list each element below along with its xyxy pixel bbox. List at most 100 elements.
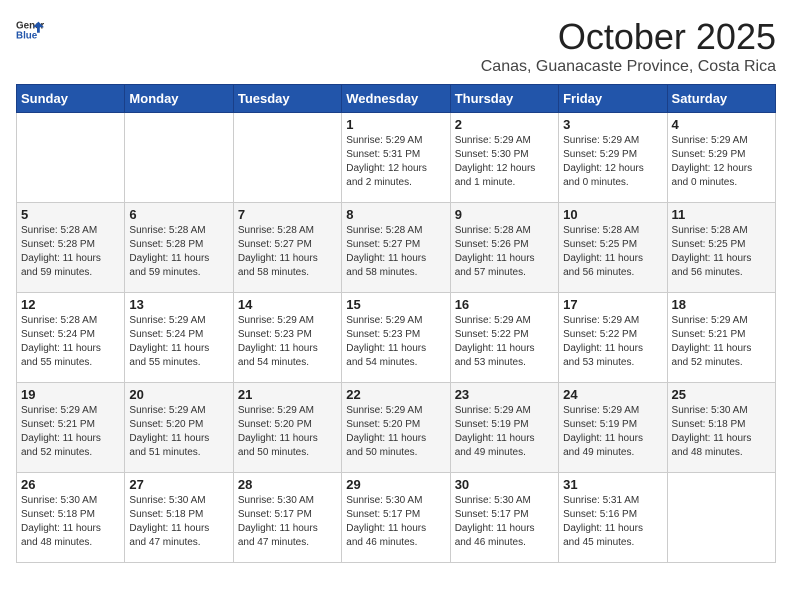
day-cell: 1Sunrise: 5:29 AM Sunset: 5:31 PM Daylig…	[342, 113, 450, 203]
day-cell: 4 Sunrise: 5:29 AM Sunset: 5:29 PM Daylig…	[667, 113, 775, 203]
day-cell: 21Sunrise: 5:29 AM Sunset: 5:20 PM Dayli…	[233, 383, 341, 473]
header-monday: Monday	[125, 85, 233, 113]
day-cell: 25 Sunrise: 5:30 AM Sunset: 5:18 PM Dayli…	[667, 383, 775, 473]
day-number: 22	[346, 387, 445, 402]
day-number: 29	[346, 477, 445, 492]
day-number: 30	[455, 477, 554, 492]
header-saturday: Saturday	[667, 85, 775, 113]
day-info: Sunrise: 5:29 AM Sunset: 5:21 PM Dayligh…	[21, 404, 120, 460]
day-cell: 3 Sunrise: 5:29 AM Sunset: 5:29 PM Daylig…	[559, 113, 667, 203]
day-cell: 7 Sunrise: 5:28 AM Sunset: 5:27 PM Daylig…	[233, 203, 341, 293]
week-row-4: 19 Sunrise: 5:29 AM Sunset: 5:21 PM Dayli…	[17, 383, 776, 473]
day-number: 7	[238, 207, 337, 222]
day-info: Sunrise: 5:29 AM Sunset: 5:20 PM Dayligh…	[346, 404, 445, 460]
day-number: 14	[238, 297, 337, 312]
day-info: Sunrise: 5:28 AM Sunset: 5:25 PM Dayligh…	[563, 224, 662, 280]
day-number: 10	[563, 207, 662, 222]
day-cell: 17Sunrise: 5:29 AM Sunset: 5:22 PM Dayli…	[559, 293, 667, 383]
day-info: Sunrise: 5:29 AM Sunset: 5:22 PM Dayligh…	[455, 314, 554, 370]
location-title: Canas, Guanacaste Province, Costa Rica	[481, 58, 776, 76]
day-cell: 19 Sunrise: 5:29 AM Sunset: 5:21 PM Dayli…	[17, 383, 125, 473]
week-row-2: 5 Sunrise: 5:28 AM Sunset: 5:28 PM Daylig…	[17, 203, 776, 293]
day-cell: 18 Sunrise: 5:29 AM Sunset: 5:21 PM Dayli…	[667, 293, 775, 383]
day-number: 27	[129, 477, 228, 492]
day-cell: 13 Sunrise: 5:29 AM Sunset: 5:24 PM Dayli…	[125, 293, 233, 383]
day-number: 5	[21, 207, 120, 222]
day-cell: 2 Sunrise: 5:29 AM Sunset: 5:30 PM Daylig…	[450, 113, 558, 203]
day-cell: 29 Sunrise: 5:30 AM Sunset: 5:17 PM Dayli…	[342, 473, 450, 563]
day-cell: 22 Sunrise: 5:29 AM Sunset: 5:20 PM Dayli…	[342, 383, 450, 473]
day-info: Sunrise: 5:29 AM Sunset: 5:24 PM Dayligh…	[129, 314, 228, 370]
day-info: Sunrise: 5:29 AM Sunset: 5:29 PM Dayligh…	[563, 134, 662, 190]
day-cell: 11 Sunrise: 5:28 AM Sunset: 5:25 PM Dayli…	[667, 203, 775, 293]
day-cell: 30 Sunrise: 5:30 AM Sunset: 5:17 PM Dayli…	[450, 473, 558, 563]
page-header: General Blue October 2025 Canas, Guanaca…	[16, 16, 776, 76]
day-info: Sunrise: 5:30 AM Sunset: 5:17 PM Dayligh…	[455, 494, 554, 550]
header-sunday: Sunday	[17, 85, 125, 113]
day-number: 19	[21, 387, 120, 402]
day-info: Sunrise: 5:28 AM Sunset: 5:27 PM Dayligh…	[346, 224, 445, 280]
header-friday: Friday	[559, 85, 667, 113]
day-cell: 16Sunrise: 5:29 AM Sunset: 5:22 PM Dayli…	[450, 293, 558, 383]
day-info: Sunrise: 5:30 AM Sunset: 5:18 PM Dayligh…	[21, 494, 120, 550]
day-number: 9	[455, 207, 554, 222]
day-info: Sunrise: 5:28 AM Sunset: 5:28 PM Dayligh…	[21, 224, 120, 280]
day-info: Sunrise: 5:29 AM Sunset: 5:21 PM Dayligh…	[672, 314, 771, 370]
day-info: Sunrise: 5:30 AM Sunset: 5:18 PM Dayligh…	[129, 494, 228, 550]
day-info: Sunrise: 5:28 AM Sunset: 5:25 PM Dayligh…	[672, 224, 771, 280]
month-title: October 2025	[481, 16, 776, 58]
day-number: 6	[129, 207, 228, 222]
title-section: October 2025 Canas, Guanacaste Province,…	[481, 16, 776, 76]
day-number: 28	[238, 477, 337, 492]
header-row: SundayMondayTuesdayWednesdayThursdayFrid…	[17, 85, 776, 113]
day-number: 13	[129, 297, 228, 312]
day-number: 31	[563, 477, 662, 492]
day-cell: 8 Sunrise: 5:28 AM Sunset: 5:27 PM Daylig…	[342, 203, 450, 293]
day-info: Sunrise: 5:28 AM Sunset: 5:27 PM Dayligh…	[238, 224, 337, 280]
day-cell: 28 Sunrise: 5:30 AM Sunset: 5:17 PM Dayli…	[233, 473, 341, 563]
day-number: 4	[672, 117, 771, 132]
day-cell	[17, 113, 125, 203]
day-info: Sunrise: 5:29 AM Sunset: 5:19 PM Dayligh…	[455, 404, 554, 460]
calendar-table: SundayMondayTuesdayWednesdayThursdayFrid…	[16, 84, 776, 563]
header-tuesday: Tuesday	[233, 85, 341, 113]
logo: General Blue	[16, 16, 44, 44]
day-info: Sunrise: 5:28 AM Sunset: 5:26 PM Dayligh…	[455, 224, 554, 280]
day-info: Sunrise: 5:30 AM Sunset: 5:17 PM Dayligh…	[346, 494, 445, 550]
svg-text:Blue: Blue	[16, 30, 38, 41]
day-info: Sunrise: 5:28 AM Sunset: 5:28 PM Dayligh…	[129, 224, 228, 280]
day-info: Sunrise: 5:30 AM Sunset: 5:18 PM Dayligh…	[672, 404, 771, 460]
week-row-3: 12 Sunrise: 5:28 AM Sunset: 5:24 PM Dayli…	[17, 293, 776, 383]
day-number: 11	[672, 207, 771, 222]
day-info: Sunrise: 5:29 AM Sunset: 5:23 PM Dayligh…	[238, 314, 337, 370]
day-number: 8	[346, 207, 445, 222]
day-number: 25	[672, 387, 771, 402]
day-number: 3	[563, 117, 662, 132]
header-wednesday: Wednesday	[342, 85, 450, 113]
week-row-1: 1Sunrise: 5:29 AM Sunset: 5:31 PM Daylig…	[17, 113, 776, 203]
day-info: Sunrise: 5:28 AM Sunset: 5:24 PM Dayligh…	[21, 314, 120, 370]
logo-icon: General Blue	[16, 16, 44, 44]
day-cell: 15Sunrise: 5:29 AM Sunset: 5:23 PM Dayli…	[342, 293, 450, 383]
day-info: Sunrise: 5:29 AM Sunset: 5:30 PM Dayligh…	[455, 134, 554, 190]
day-info: Sunrise: 5:30 AM Sunset: 5:17 PM Dayligh…	[238, 494, 337, 550]
day-number: 2	[455, 117, 554, 132]
day-cell: 10 Sunrise: 5:28 AM Sunset: 5:25 PM Dayli…	[559, 203, 667, 293]
day-cell	[667, 473, 775, 563]
day-info: Sunrise: 5:29 AM Sunset: 5:23 PM Dayligh…	[346, 314, 445, 370]
day-info: Sunrise: 5:29 AM Sunset: 5:20 PM Dayligh…	[129, 404, 228, 460]
day-number: 26	[21, 477, 120, 492]
day-number: 20	[129, 387, 228, 402]
day-cell: 23Sunrise: 5:29 AM Sunset: 5:19 PM Dayli…	[450, 383, 558, 473]
day-info: Sunrise: 5:31 AM Sunset: 5:16 PM Dayligh…	[563, 494, 662, 550]
day-cell: 6 Sunrise: 5:28 AM Sunset: 5:28 PM Daylig…	[125, 203, 233, 293]
day-number: 12	[21, 297, 120, 312]
day-info: Sunrise: 5:29 AM Sunset: 5:31 PM Dayligh…	[346, 134, 445, 190]
day-number: 17	[563, 297, 662, 312]
day-info: Sunrise: 5:29 AM Sunset: 5:29 PM Dayligh…	[672, 134, 771, 190]
day-cell: 27 Sunrise: 5:30 AM Sunset: 5:18 PM Dayli…	[125, 473, 233, 563]
day-number: 18	[672, 297, 771, 312]
day-cell: 12 Sunrise: 5:28 AM Sunset: 5:24 PM Dayli…	[17, 293, 125, 383]
day-number: 21	[238, 387, 337, 402]
day-cell: 14 Sunrise: 5:29 AM Sunset: 5:23 PM Dayli…	[233, 293, 341, 383]
